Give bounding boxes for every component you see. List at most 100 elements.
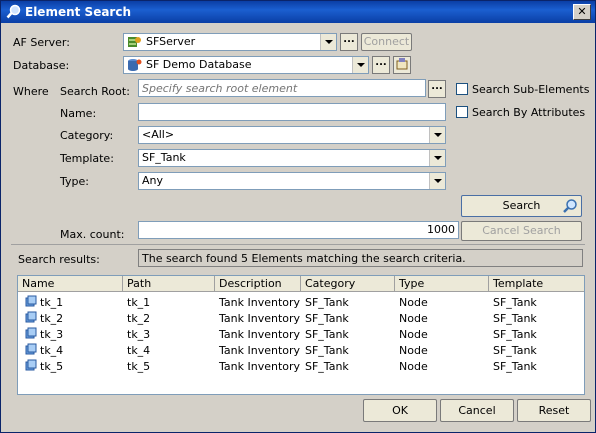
af-server-select[interactable]: SFServer	[123, 33, 337, 51]
divider	[11, 244, 585, 245]
cell-type: Node	[399, 360, 428, 373]
ok-button[interactable]: OK	[363, 399, 437, 422]
cell-name: tk_5	[40, 360, 64, 373]
cancel-search-button[interactable]: Cancel Search	[461, 221, 582, 241]
element-icon	[25, 311, 37, 323]
name-label: Name:	[60, 107, 97, 120]
cell-template: SF_Tank	[493, 296, 537, 309]
cell-path: tk_3	[127, 328, 151, 341]
category-select[interactable]: <All>	[138, 126, 446, 144]
cell-description: Tank Inventory	[219, 312, 301, 325]
table-row[interactable]: tk_3 tk_3 Tank Inventory SF_Tank Node SF_Tank	[18, 326, 584, 342]
cell-template: SF_Tank	[493, 328, 537, 341]
connect-button[interactable]: Connect	[361, 33, 412, 51]
af-server-value: SFServer	[146, 35, 196, 48]
column-header-template[interactable]: Template	[489, 276, 584, 292]
database-select[interactable]: SF Demo Database	[123, 56, 369, 74]
where-label: Where	[13, 85, 49, 98]
cell-category: SF_Tank	[305, 312, 349, 325]
af-server-label: AF Server:	[13, 36, 70, 49]
database-properties-icon	[396, 58, 408, 70]
chevron-down-icon[interactable]	[429, 127, 445, 143]
cell-path: tk_1	[127, 296, 151, 309]
database-properties-button[interactable]	[393, 56, 411, 74]
chevron-down-icon[interactable]	[352, 57, 368, 73]
cell-name: tk_1	[40, 296, 64, 309]
title-bar: Element Search ✕	[1, 1, 595, 23]
search-sub-elements-label: Search Sub-Elements	[472, 83, 590, 96]
cell-template: SF_Tank	[493, 344, 537, 357]
search-results-label: Search results:	[18, 253, 100, 266]
database-icon	[128, 59, 142, 71]
chevron-down-icon[interactable]	[320, 34, 336, 50]
reset-button[interactable]: Reset	[517, 399, 591, 422]
search-root-browse-button[interactable]: ...	[428, 80, 446, 98]
type-value: Any	[142, 174, 164, 187]
cell-template: SF_Tank	[493, 312, 537, 325]
cell-category: SF_Tank	[305, 344, 349, 357]
column-header-name[interactable]: Name	[18, 276, 123, 292]
search-button-label: Search	[502, 199, 541, 212]
close-button[interactable]: ✕	[573, 4, 591, 20]
cell-name: tk_2	[40, 312, 64, 325]
max-count-input[interactable]: 1000	[138, 221, 459, 239]
category-label: Category:	[60, 129, 114, 142]
search-by-attributes-checkbox[interactable]	[456, 106, 468, 118]
cell-path: tk_5	[127, 360, 151, 373]
type-select[interactable]: Any	[138, 172, 446, 190]
table-row[interactable]: tk_1 tk_1 Tank Inventory SF_Tank Node SF_Tank	[18, 294, 584, 310]
cell-description: Tank Inventory	[219, 360, 301, 373]
af-server-browse-button[interactable]: ...	[340, 33, 358, 51]
chevron-down-icon[interactable]	[429, 150, 445, 166]
magnifier-icon	[563, 199, 577, 213]
column-header-type[interactable]: Type	[395, 276, 489, 292]
cell-path: tk_4	[127, 344, 151, 357]
name-input[interactable]	[138, 103, 446, 121]
search-by-attributes-label: Search By Attributes	[472, 106, 586, 119]
window-title: Element Search	[25, 5, 132, 19]
element-icon	[25, 327, 37, 339]
server-icon	[128, 37, 141, 47]
database-browse-button[interactable]: ...	[372, 56, 390, 74]
type-label: Type:	[60, 175, 89, 188]
cell-category: SF_Tank	[305, 296, 349, 309]
cell-type: Node	[399, 312, 428, 325]
cell-category: SF_Tank	[305, 328, 349, 341]
cell-path: tk_2	[127, 312, 151, 325]
cell-name: tk_3	[40, 328, 64, 341]
category-value: <All>	[142, 128, 175, 141]
cell-description: Tank Inventory	[219, 344, 301, 357]
table-row[interactable]: tk_4 tk_4 Tank Inventory SF_Tank Node SF_Tank	[18, 342, 584, 358]
element-icon	[25, 343, 37, 355]
template-label: Template:	[60, 152, 114, 165]
database-value: SF Demo Database	[146, 58, 252, 71]
search-results-status: The search found 5 Elements matching the…	[138, 249, 583, 267]
cell-category: SF_Tank	[305, 360, 349, 373]
cancel-button[interactable]: Cancel	[440, 399, 514, 422]
cell-type: Node	[399, 344, 428, 357]
cell-type: Node	[399, 328, 428, 341]
template-select[interactable]: SF_Tank	[138, 149, 446, 167]
database-label: Database:	[13, 59, 70, 72]
element-search-dialog: Element Search ✕ AF Server: SFServer ...…	[0, 0, 596, 433]
cell-description: Tank Inventory	[219, 296, 301, 309]
column-header-path[interactable]: Path	[123, 276, 215, 292]
column-header-description[interactable]: Description	[215, 276, 301, 292]
search-button[interactable]: Search	[461, 195, 582, 217]
search-icon	[6, 4, 21, 19]
results-grid[interactable]: Name Path Description Category Type Temp…	[17, 275, 585, 395]
element-icon	[25, 359, 37, 371]
search-root-input[interactable]	[138, 79, 426, 97]
table-row[interactable]: tk_2 tk_2 Tank Inventory SF_Tank Node SF_Tank	[18, 310, 584, 326]
search-sub-elements-checkbox[interactable]	[456, 83, 468, 95]
max-count-label: Max. count:	[60, 228, 125, 241]
table-row[interactable]: tk_5 tk_5 Tank Inventory SF_Tank Node SF_Tank	[18, 358, 584, 374]
template-value: SF_Tank	[142, 151, 186, 164]
chevron-down-icon[interactable]	[429, 173, 445, 189]
cell-name: tk_4	[40, 344, 64, 357]
column-header-category[interactable]: Category	[301, 276, 395, 292]
search-root-label: Search Root:	[60, 85, 130, 98]
cell-description: Tank Inventory	[219, 328, 301, 341]
element-icon	[25, 295, 37, 307]
cell-type: Node	[399, 296, 428, 309]
